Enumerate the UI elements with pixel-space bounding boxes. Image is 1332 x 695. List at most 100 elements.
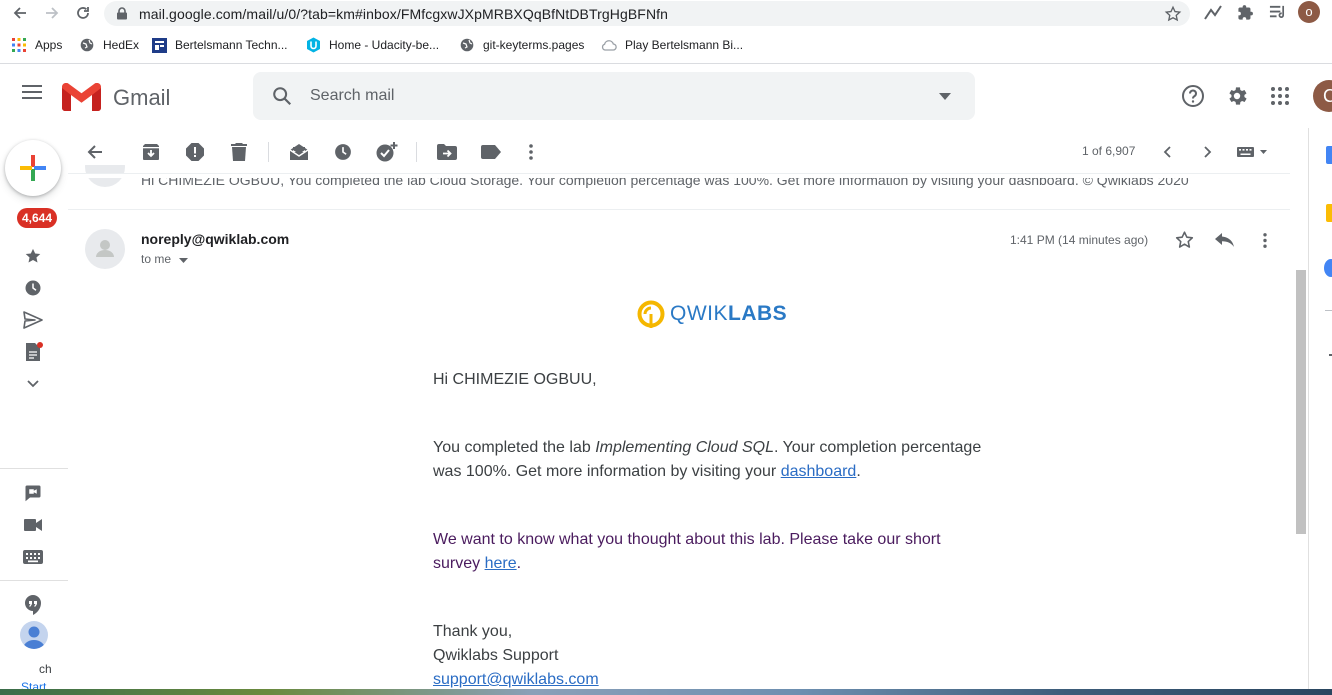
search-icon[interactable]: [271, 85, 293, 107]
toolbar-divider: [268, 142, 269, 162]
video-camera-icon[interactable]: [21, 513, 45, 537]
keep-app-icon[interactable]: [1326, 204, 1332, 222]
back-arrow-icon[interactable]: [12, 5, 28, 21]
survey-paragraph: We want to know what you thought about t…: [433, 528, 953, 576]
gmail-header: Gmail Search mail C: [0, 64, 1332, 128]
starred-icon[interactable]: [21, 244, 45, 268]
browser-chrome: mail.google.com/mail/u/0/?tab=km#inbox/F…: [0, 0, 1332, 64]
greeting: Hi CHIMEZIE OGBUU,: [433, 371, 597, 388]
reply-icon[interactable]: [1215, 233, 1234, 247]
rail-bottom-label: ch: [39, 662, 52, 676]
search-bar[interactable]: Search mail: [253, 72, 975, 120]
divider: [68, 209, 1290, 210]
tasks-app-icon[interactable]: [1324, 259, 1332, 277]
chat-user-avatar[interactable]: [20, 621, 48, 649]
qwiklabs-logo-text-bold: LABS: [728, 302, 788, 325]
globe-icon: [459, 37, 475, 53]
divider: [68, 173, 1290, 174]
text: .: [516, 555, 522, 572]
extension-analytics-icon[interactable]: [1204, 5, 1222, 21]
extensions-puzzle-icon[interactable]: [1237, 4, 1254, 21]
url-text: mail.google.com/mail/u/0/?tab=km#inbox/F…: [139, 6, 669, 22]
help-icon[interactable]: [1181, 84, 1205, 108]
udacity-logo-icon: [305, 37, 321, 53]
mark-as-unread-icon[interactable]: [287, 140, 311, 164]
search-input[interactable]: Search mail: [310, 87, 394, 105]
snoozed-clock-icon[interactable]: [21, 276, 45, 300]
scrollbar-thumb[interactable]: [1296, 270, 1306, 534]
more-options-vertical-icon[interactable]: [519, 140, 543, 164]
input-tools-keyboard-icon[interactable]: [1237, 146, 1269, 158]
divider: [1325, 310, 1332, 311]
lab-name: Implementing Cloud SQL: [595, 439, 774, 456]
site-favicon-icon: [151, 37, 167, 53]
archive-icon[interactable]: [139, 140, 163, 164]
back-to-inbox-icon[interactable]: [83, 140, 107, 164]
reload-icon[interactable]: [75, 5, 91, 21]
email-body: Hi CHIMEZIE OGBUU, You completed the lab…: [433, 368, 993, 692]
gmail-logo-icon[interactable]: [62, 83, 101, 111]
star-message-icon[interactable]: [1175, 231, 1194, 249]
keyboard-icon[interactable]: [21, 545, 45, 569]
bookmark-label: Apps: [35, 38, 63, 52]
lock-icon: [116, 7, 128, 20]
bookmark-hedex[interactable]: HedEx: [79, 36, 139, 54]
move-to-icon[interactable]: [435, 140, 459, 164]
cloud-icon: [601, 37, 617, 53]
text: .: [856, 463, 861, 480]
compose-button[interactable]: [5, 140, 61, 196]
divider: [0, 580, 68, 581]
survey-link[interactable]: here: [485, 555, 517, 572]
bookmark-git-keyterms[interactable]: git-keyterms.pages: [459, 36, 584, 54]
newer-chevron-left-icon[interactable]: [1163, 146, 1171, 158]
recipient-details-caret-icon[interactable]: [179, 258, 188, 263]
bookmark-label: HedEx: [103, 38, 140, 52]
bookmark-label: Home - Udacity-be...: [329, 38, 440, 52]
bookmark-label: Bertelsmann Techn...: [175, 38, 288, 52]
dashboard-link[interactable]: dashboard: [781, 463, 857, 480]
sender-email[interactable]: noreply@qwiklab.com: [141, 231, 289, 247]
more-chevron-down-icon[interactable]: [21, 372, 45, 396]
bookmark-star-icon[interactable]: [1164, 5, 1182, 23]
add-to-tasks-icon[interactable]: [375, 140, 399, 164]
google-apps-icon[interactable]: [1271, 87, 1289, 105]
search-options-caret-icon[interactable]: [939, 93, 951, 100]
labels-icon[interactable]: [479, 140, 503, 164]
scrollbar-track[interactable]: [1294, 128, 1308, 695]
meet-new-meeting-icon[interactable]: [21, 481, 45, 505]
globe-icon: [79, 37, 95, 53]
drafts-icon[interactable]: [21, 340, 45, 364]
bookmark-play-bertelsmann[interactable]: Play Bertelsmann Bi...: [601, 36, 743, 54]
older-chevron-right-icon[interactable]: [1204, 146, 1212, 158]
inbox-count-badge[interactable]: 4,644: [17, 208, 58, 228]
bookmark-bertelsmann[interactable]: Bertelsmann Techn...: [151, 36, 288, 54]
bookmark-apps[interactable]: Apps: [11, 36, 62, 54]
support-email-link[interactable]: support@qwiklabs.com: [433, 671, 599, 688]
settings-gear-icon[interactable]: [1225, 84, 1249, 108]
text: You completed the lab: [433, 439, 596, 456]
browser-profile-avatar[interactable]: o: [1298, 1, 1320, 23]
app-name: Gmail: [113, 85, 171, 110]
snooze-clock-icon[interactable]: [331, 140, 355, 164]
signoff-line: Thank you,: [433, 623, 513, 640]
qwiklabs-logo-text-light: QWIK: [670, 302, 728, 325]
report-spam-icon[interactable]: [183, 140, 207, 164]
signature-name: Qwiklabs Support: [433, 647, 559, 664]
media-queue-icon[interactable]: [1269, 4, 1286, 21]
delete-trash-icon[interactable]: [227, 140, 251, 164]
calendar-app-icon[interactable]: [1326, 146, 1332, 164]
message-more-vertical-icon[interactable]: [1263, 233, 1267, 248]
sent-icon[interactable]: [21, 308, 45, 332]
forward-arrow-icon[interactable]: [44, 5, 60, 21]
toolbar-divider: [416, 142, 417, 162]
sender-avatar[interactable]: [85, 229, 125, 269]
address-bar[interactable]: mail.google.com/mail/u/0/?tab=km#inbox/F…: [104, 1, 1190, 26]
main-menu-icon[interactable]: [22, 85, 42, 99]
qwiklabs-logo[interactable]: QWIK LABS: [637, 300, 787, 328]
taskbar-edge: [0, 689, 1332, 695]
pagination-count: 1 of 6,907: [1082, 144, 1136, 158]
collapsed-message[interactable]: Hi CHIMEZIE OGBUU, You completed the lab…: [68, 165, 1290, 209]
bookmark-udacity[interactable]: Home - Udacity-be...: [305, 36, 439, 54]
hangouts-chat-icon[interactable]: [21, 593, 45, 617]
account-avatar[interactable]: C: [1313, 80, 1332, 112]
